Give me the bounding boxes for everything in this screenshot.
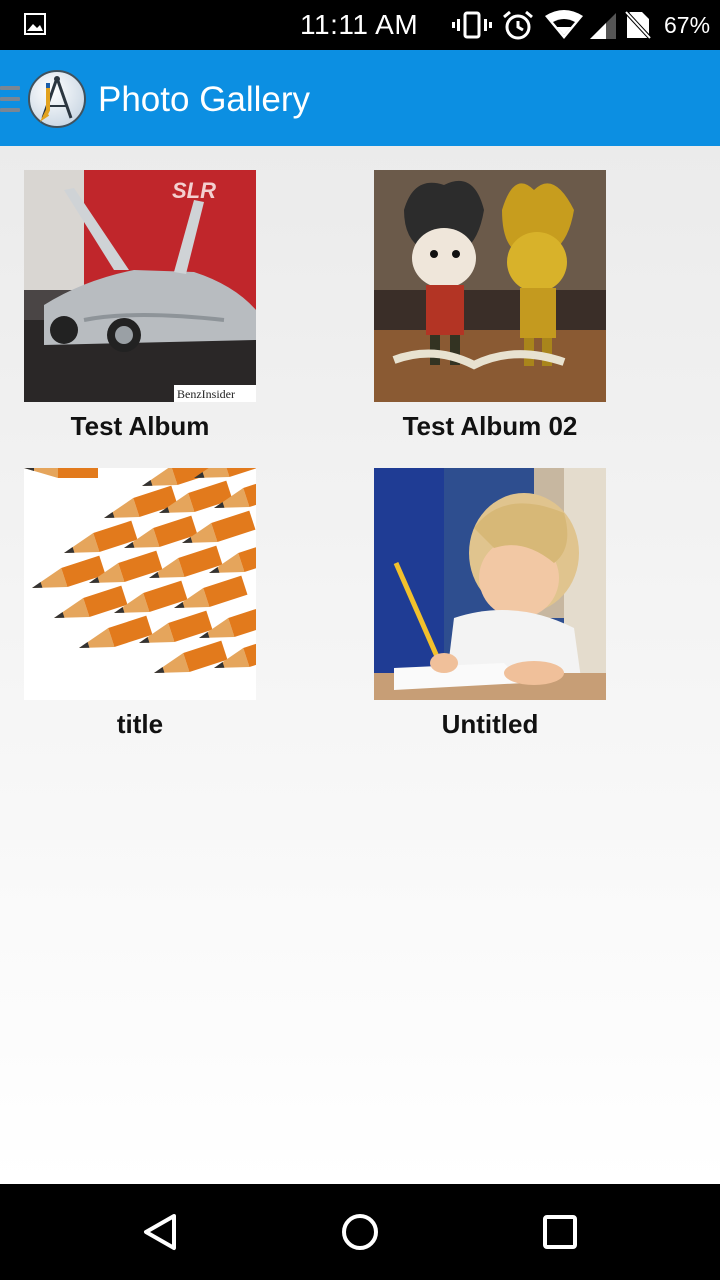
album-title[interactable]: Untitled — [374, 708, 606, 740]
album-thumbnail[interactable] — [24, 468, 256, 700]
gallery-notification-icon — [24, 13, 46, 35]
back-icon[interactable] — [130, 1202, 190, 1262]
alarm-icon — [503, 10, 533, 40]
drafting-compass-logo[interactable] — [28, 70, 86, 128]
album-title[interactable]: title — [24, 708, 256, 740]
svg-text:SLR: SLR — [172, 178, 216, 203]
status-bar: 11:11 AM 67% — [0, 0, 720, 50]
album-grid: SLR BenzInsider Test Album Test Album 02… — [0, 146, 720, 1184]
recents-icon[interactable] — [530, 1202, 590, 1262]
status-time: 11:11 AM — [300, 9, 419, 40]
album-title[interactable]: Test Album 02 — [374, 410, 606, 442]
navigation-bar — [0, 1184, 720, 1280]
album-thumbnail[interactable] — [374, 468, 606, 700]
signal-icon — [590, 13, 616, 39]
album-thumbnail[interactable]: SLR BenzInsider — [24, 170, 256, 402]
battery-percentage: 67% — [664, 12, 711, 38]
wifi-icon — [545, 10, 583, 39]
app-title: Photo Gallery — [98, 80, 311, 119]
album-thumbnail[interactable] — [374, 170, 606, 402]
vibrate-icon — [452, 11, 492, 39]
drawer-menu-icon[interactable] — [0, 86, 20, 114]
thumbnail-watermark: BenzInsider — [177, 387, 235, 401]
album-title[interactable]: Test Album — [24, 410, 256, 442]
home-icon[interactable] — [330, 1202, 390, 1262]
no-sim-icon — [624, 10, 652, 40]
